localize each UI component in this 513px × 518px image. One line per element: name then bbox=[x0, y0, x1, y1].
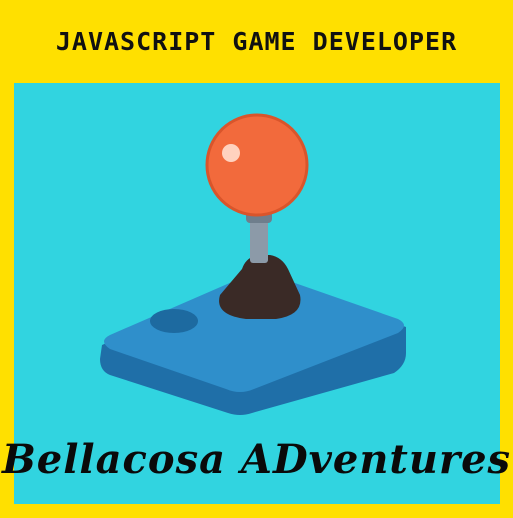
joystick-button bbox=[150, 309, 198, 333]
joystick-ball-highlight bbox=[222, 144, 240, 162]
page-title: JAVASCRIPT GAME DEVELOPER bbox=[55, 27, 458, 56]
joystick-stick bbox=[250, 217, 268, 263]
poster: JAVASCRIPT GAME DEVELOPER Bellacosa ADve… bbox=[0, 0, 513, 518]
brand-name: Bellacosa ADventures bbox=[1, 436, 512, 483]
joystick-boot bbox=[219, 255, 301, 319]
